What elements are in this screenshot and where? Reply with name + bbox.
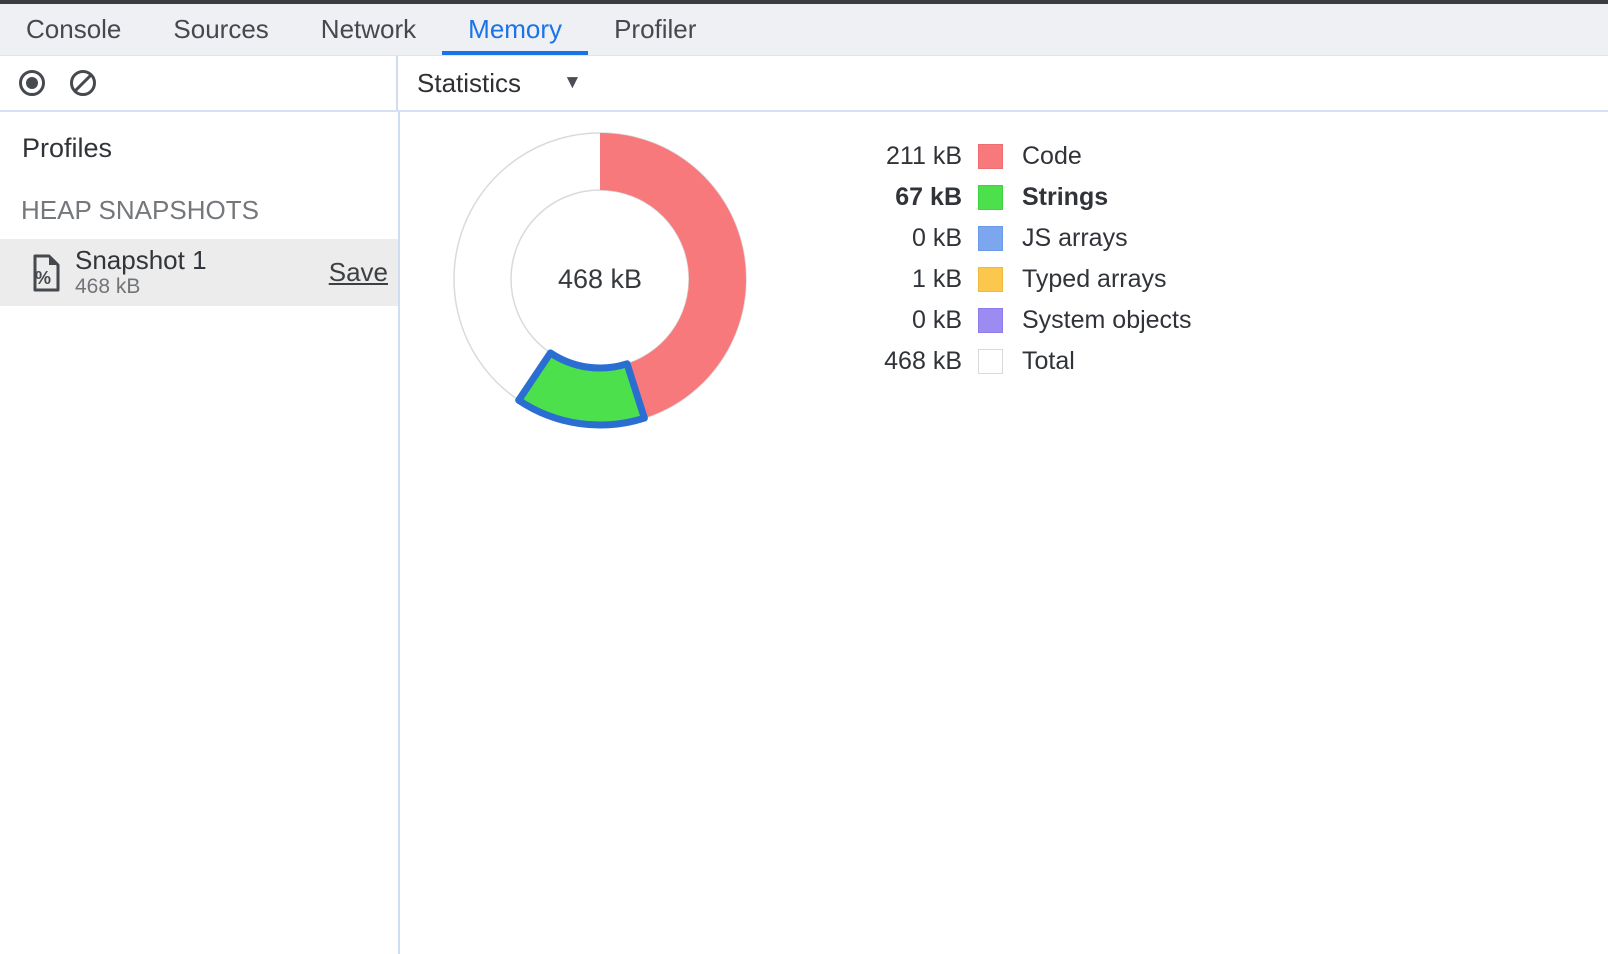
profiles-heading: Profiles: [22, 133, 398, 164]
legend-row-js-arrays[interactable]: 0 kB JS arrays: [855, 218, 1192, 259]
snapshot-title: Snapshot 1: [75, 246, 207, 275]
legend-label: JS arrays: [1022, 224, 1128, 253]
legend-row-strings[interactable]: 67 kB Strings: [855, 177, 1192, 218]
profiles-sidebar: Profiles HEAP SNAPSHOTS % Snapshot 1 468…: [0, 112, 400, 954]
legend-row-total[interactable]: 468 kB Total: [855, 341, 1192, 382]
record-heap-snapshot-button[interactable]: [17, 68, 47, 98]
heap-snapshots-section-label: HEAP SNAPSHOTS: [21, 195, 398, 226]
tab-console[interactable]: Console: [0, 4, 147, 55]
clear-profiles-button[interactable]: [68, 68, 98, 98]
system-objects-color-swatch: [978, 308, 1003, 333]
record-icon: [17, 68, 47, 98]
svg-text:%: %: [35, 268, 51, 288]
legend-value: 0 kB: [855, 306, 962, 335]
tab-network[interactable]: Network: [295, 4, 442, 55]
strings-color-swatch: [978, 185, 1003, 210]
legend-label: Code: [1022, 142, 1082, 171]
devtools-tab-bar: Console Sources Network Memory Profiler: [0, 4, 1608, 56]
sidebar-item-snapshot-1[interactable]: % Snapshot 1 468 kB Save: [0, 239, 398, 306]
typed-arrays-color-swatch: [978, 267, 1003, 292]
total-color-swatch: [978, 349, 1003, 374]
heap-snapshot-document-icon: %: [30, 253, 62, 293]
memory-toolbar: Statistics ▼: [0, 56, 1608, 112]
legend-row-typed-arrays[interactable]: 1 kB Typed arrays: [855, 259, 1192, 300]
clear-icon: [68, 68, 98, 98]
legend-label: Total: [1022, 347, 1075, 376]
code-color-swatch: [978, 144, 1003, 169]
js-arrays-color-swatch: [978, 226, 1003, 251]
legend-row-code[interactable]: 211 kB Code: [855, 136, 1192, 177]
snapshot-text: Snapshot 1 468 kB: [75, 246, 207, 299]
legend-value: 1 kB: [855, 265, 962, 294]
legend-label: Strings: [1022, 183, 1108, 212]
tab-memory[interactable]: Memory: [442, 4, 588, 55]
legend-row-system-objects[interactable]: 0 kB System objects: [855, 300, 1192, 341]
statistics-view: 468 kB 211 kB Code 67 kB Strings 0 kB JS…: [400, 112, 1608, 954]
legend-value: 67 kB: [855, 183, 962, 212]
snapshot-size: 468 kB: [75, 275, 207, 299]
profiles-toolbar: [0, 56, 398, 110]
legend-label: System objects: [1022, 306, 1192, 335]
donut-segment-strings[interactable]: [519, 353, 645, 425]
legend-value: 468 kB: [855, 347, 962, 376]
chart-legend: 211 kB Code 67 kB Strings 0 kB JS arrays…: [855, 136, 1192, 382]
legend-value: 0 kB: [855, 224, 962, 253]
legend-label: Typed arrays: [1022, 265, 1167, 294]
tab-profiler[interactable]: Profiler: [588, 4, 722, 55]
donut-outline-circle: [511, 190, 689, 368]
save-snapshot-link[interactable]: Save: [329, 257, 388, 288]
memory-donut-chart[interactable]: [415, 94, 785, 464]
chevron-down-icon: ▼: [563, 72, 582, 94]
legend-value: 211 kB: [855, 142, 962, 171]
tab-sources[interactable]: Sources: [147, 4, 294, 55]
